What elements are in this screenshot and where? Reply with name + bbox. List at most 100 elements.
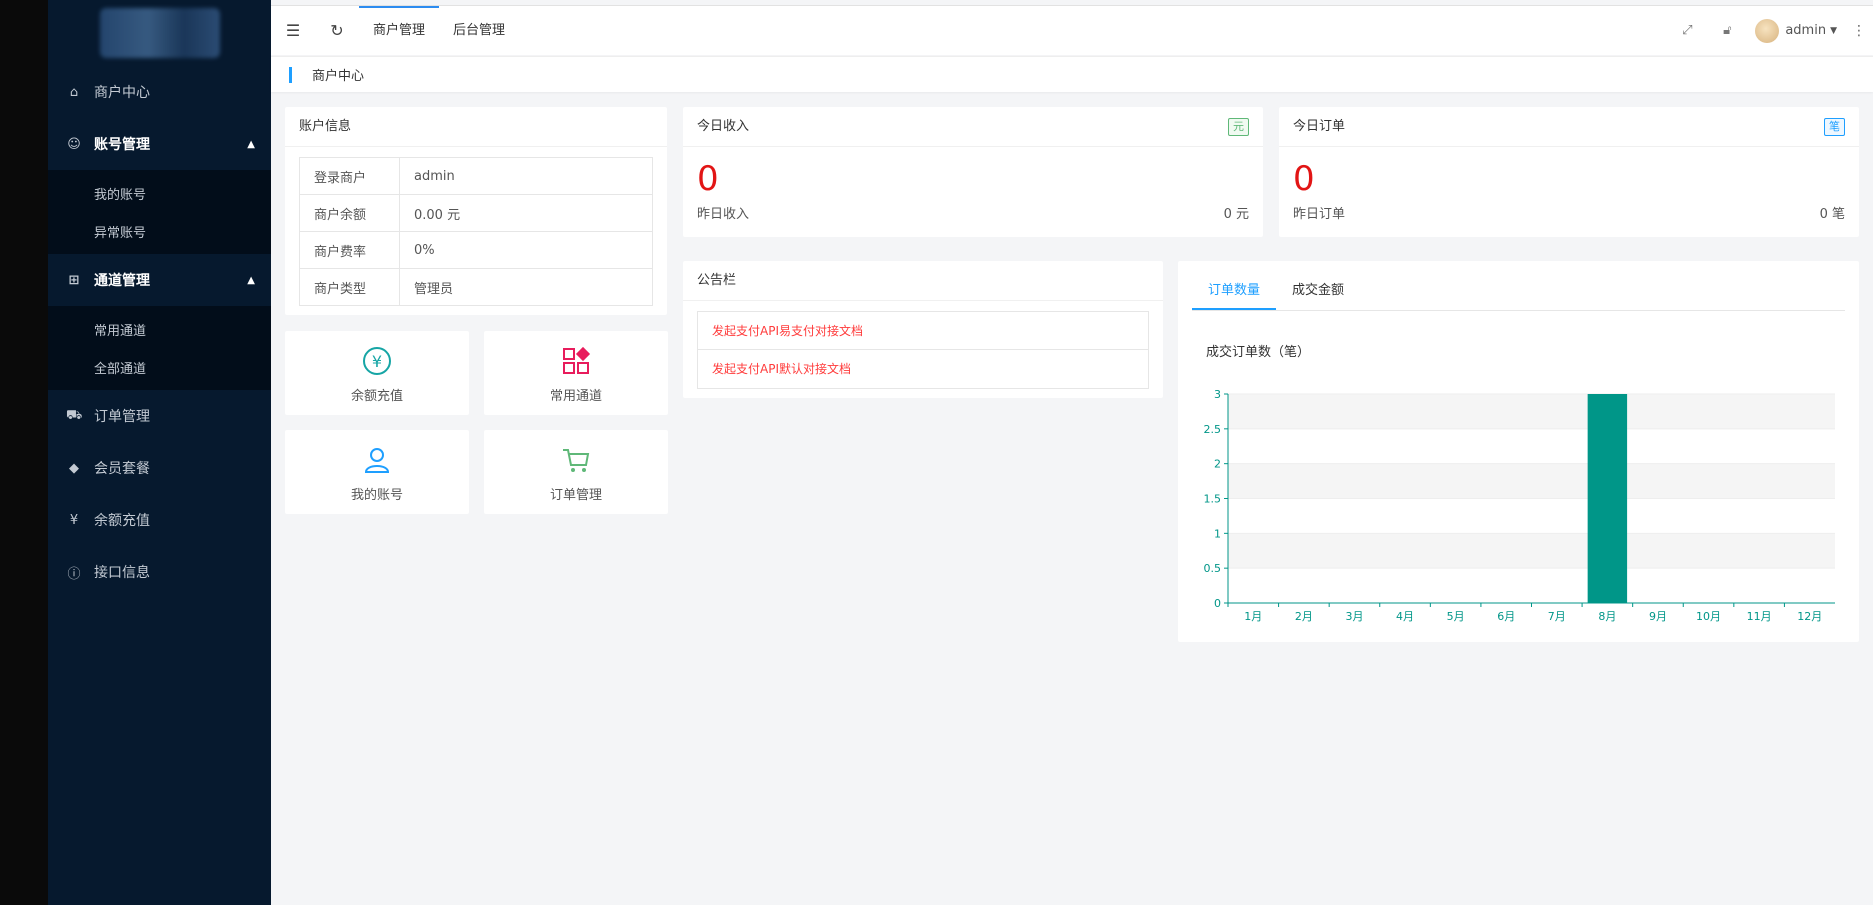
sidebar-item-label: 异常账号 [94, 225, 147, 241]
row-key: 商户余额 [299, 194, 400, 232]
table-row: 登录商户 admin [299, 157, 653, 195]
x-axis-tick-label: 7月 [1548, 610, 1566, 623]
channel-icon: ⊞ [68, 272, 80, 288]
quick-link-order-management[interactable]: 订单管理 [484, 430, 668, 514]
y-axis-tick-label: 2.5 [1204, 423, 1222, 436]
top-header: ☰ ↻ 商户管理 后台管理 ⤢ 🔓︎ admin ▼ ⋮ [271, 5, 1873, 55]
table-row: 商户类型 管理员 [299, 268, 653, 306]
x-axis-tick-label: 5月 [1447, 610, 1465, 623]
sidebar-item-abnormal-account[interactable]: 异常账号 [48, 212, 271, 250]
card-header: 今日收入 元 [683, 107, 1263, 147]
chart-bar [1587, 394, 1628, 603]
notice-link[interactable]: 发起支付API易支付对接文档 [698, 312, 1148, 350]
sidebar-item-label: 会员套餐 [94, 461, 150, 477]
row-value: 0.00 元 [399, 194, 653, 232]
quick-link-recharge[interactable]: ¥ 余额充值 [285, 331, 469, 415]
sidebar-item-label: 接口信息 [94, 565, 150, 581]
quick-link-label: 我的账号 [350, 488, 403, 503]
submenu-channel: 常用通道 全部通道 [48, 306, 271, 390]
quick-link-label: 订单管理 [549, 488, 602, 503]
sidebar-item-label: 余额充值 [94, 513, 150, 529]
sidebar-item-label: 账号管理 [94, 137, 150, 153]
sidebar-item-label: 订单管理 [94, 409, 150, 425]
notice-card: 公告栏 发起支付API易支付对接文档 发起支付API默认对接文档 [683, 261, 1163, 398]
row-key: 商户类型 [299, 268, 400, 306]
sidebar-item-label: 常用通道 [94, 323, 147, 339]
cart-icon: ⛟ [66, 407, 83, 423]
table-row: 商户费率 0% [299, 231, 653, 269]
chart-card: 订单数量 成交金额 成交订单数（笔） 0 0.5 1 1.5 2 2.5 3 1月 2月 3月 4月… [1178, 261, 1859, 642]
refresh-icon[interactable]: ↻ [315, 21, 359, 40]
x-axis-tick-label: 6月 [1497, 610, 1515, 623]
order-bar-chart: 0 0.5 1 1.5 2 2.5 3 1月 2月 3月 4月 5月 6月 7月 8月 9月 10月 11月 12月 [1204, 388, 1835, 623]
y-axis-tick-label: 0 [1214, 597, 1221, 610]
row-value: 0% [399, 231, 653, 269]
sidebar-item-balance-recharge[interactable]: ¥ 余额充值 [48, 494, 271, 546]
sidebar-item-label: 通道管理 [94, 273, 150, 289]
diamond-icon: ◆ [69, 460, 79, 476]
username: admin [1785, 23, 1827, 38]
lock-icon[interactable]: 🔓︎ [1707, 23, 1747, 38]
x-axis-tick-label: 3月 [1345, 610, 1363, 623]
left-edge-strip [0, 0, 48, 905]
unit-badge: 笔 [1824, 117, 1845, 136]
caret-down-icon: ▼ [1830, 25, 1837, 36]
sidebar-item-member-package[interactable]: ◆ 会员套餐 [48, 442, 271, 494]
user-menu[interactable]: admin ▼ [1747, 18, 1845, 43]
sidebar-item-order-management[interactable]: ⛟ 订单管理 [48, 390, 271, 442]
logo [48, 0, 271, 66]
card-title: 今日订单 [1293, 118, 1346, 134]
sidebar-item-channel-management[interactable]: ⊞ 通道管理 ▲ [48, 254, 271, 306]
x-axis-tick-label: 9月 [1649, 610, 1667, 623]
y-axis-tick-label: 0.5 [1204, 562, 1222, 575]
chevron-up-icon: ▲ [247, 138, 255, 150]
row-key: 商户费率 [299, 231, 400, 269]
more-vertical-icon[interactable]: ⋮ [1845, 23, 1873, 39]
unit-badge: 元 [1228, 117, 1249, 136]
cart-icon [563, 449, 590, 472]
tab-backend-management[interactable]: 后台管理 [439, 6, 519, 56]
y-axis-tick-label: 1 [1214, 527, 1221, 540]
sidebar-item-common-channel[interactable]: 常用通道 [48, 310, 271, 348]
card-title: 账户信息 [285, 107, 667, 147]
sidebar-item-label: 商户中心 [94, 85, 150, 101]
notice-link[interactable]: 发起支付API默认对接文档 [698, 350, 1148, 388]
yen-icon: ¥ [69, 512, 79, 528]
sidebar-item-merchant-center[interactable]: ⌂ 商户中心 [48, 66, 271, 118]
chevron-up-icon: ▲ [247, 274, 255, 286]
menu-toggle-icon[interactable]: ☰ [271, 21, 315, 40]
breadcrumb: 商户中心 [271, 56, 1873, 92]
table-row: 商户余额 0.00 元 [299, 194, 653, 232]
y-axis-tick-label: 3 [1214, 388, 1221, 401]
user-icon [364, 448, 390, 473]
x-axis-tick-label: 1月 [1244, 610, 1262, 623]
sidebar-item-all-channel[interactable]: 全部通道 [48, 348, 271, 386]
chart-grid-band [1228, 394, 1835, 429]
yesterday-label: 昨日收入 [697, 207, 750, 222]
chart-grid-band [1228, 463, 1835, 499]
x-axis-tick-label: 10月 [1696, 610, 1721, 623]
today-income-card: 今日收入 元 0 昨日收入 0 元 [683, 107, 1263, 237]
x-axis-tick-label: 8月 [1598, 610, 1616, 623]
card-title: 公告栏 [683, 261, 1163, 301]
sidebar-item-api-info[interactable]: ⓘ 接口信息 [48, 546, 271, 598]
card-title: 今日收入 [697, 118, 750, 134]
breadcrumb-marker [289, 66, 292, 83]
breadcrumb-current[interactable]: 商户中心 [312, 65, 364, 84]
today-orders-card: 今日订单 笔 0 昨日订单 0 笔 [1279, 107, 1859, 237]
quick-link-label: 常用通道 [549, 389, 602, 404]
today-income-value: 0 [697, 159, 719, 199]
fullscreen-icon[interactable]: ⤢ [1667, 23, 1707, 38]
sidebar-item-my-account[interactable]: 我的账号 [48, 174, 271, 212]
sidebar-item-account-management[interactable]: ☺ 账号管理 ▲ [48, 118, 271, 170]
yesterday-value: 0 笔 [1819, 207, 1845, 222]
home-icon: ⌂ [69, 84, 79, 100]
quick-link-my-account[interactable]: 我的账号 [285, 430, 469, 514]
chart-grid-band [1228, 533, 1835, 569]
quick-link-common-channel[interactable]: 常用通道 [484, 331, 668, 415]
user-group-icon: ☺ [67, 136, 81, 152]
submenu-account: 我的账号 异常账号 [48, 170, 271, 254]
tab-merchant-management[interactable]: 商户管理 [359, 5, 440, 56]
x-axis-tick-label: 4月 [1396, 610, 1414, 623]
today-orders-value: 0 [1293, 159, 1315, 199]
